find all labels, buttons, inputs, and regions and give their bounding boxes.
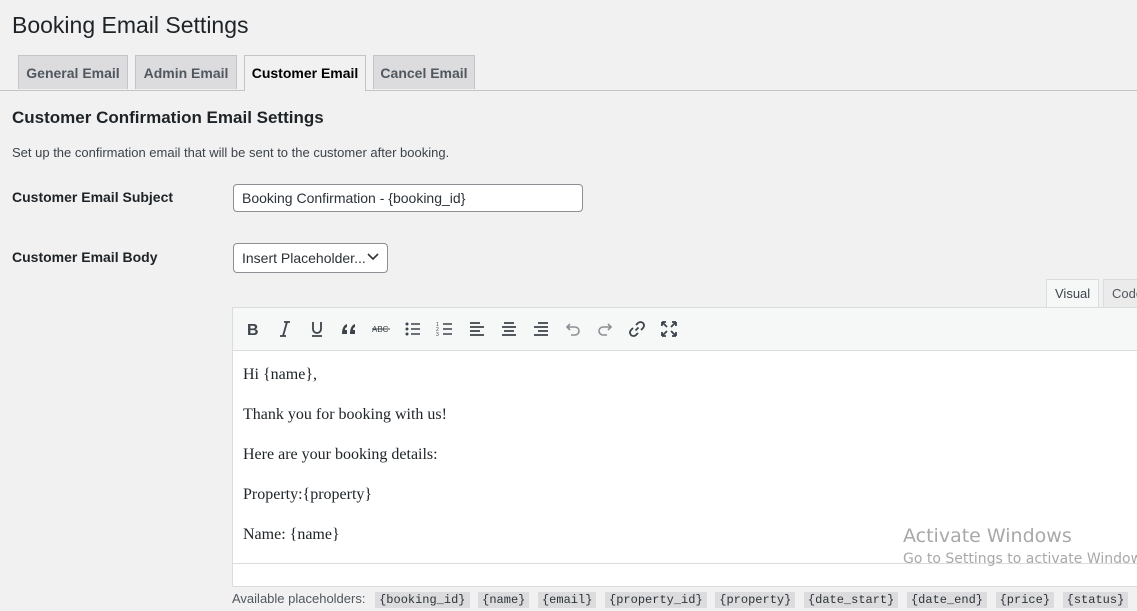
editor-toolbar: B ABC 123 [233,308,1137,351]
subject-input[interactable] [233,184,583,212]
placeholder-chip: {property_id} [605,592,707,608]
numbered-list-icon[interactable]: 123 [434,318,456,340]
body-label: Customer Email Body [12,249,158,265]
placeholders-label: Available placeholders: [232,591,366,606]
body-line: Hi {name}, [243,366,318,383]
svg-text:B: B [247,322,259,339]
placeholder-chip: {booking_id} [375,592,470,608]
tab-code[interactable]: Code [1103,279,1137,308]
placeholder-chip: {price} [995,592,1055,608]
tab-visual[interactable]: Visual [1046,279,1100,308]
body-line: Thank you for booking with us! [243,406,447,423]
placeholder-chip: {name} [478,592,530,608]
undo-icon[interactable] [562,318,584,340]
placeholder-chip: {property} [715,592,796,608]
email-body-editor[interactable]: B ABC 123 Hi {name}, Thank you for booki… [232,307,1137,587]
chevron-down-icon [367,253,379,261]
strikethrough-icon[interactable]: ABC [370,318,392,340]
page-title: Booking Email Settings [12,12,249,38]
align-center-icon[interactable] [498,318,520,340]
subject-label: Customer Email Subject [12,189,174,205]
insert-placeholder-label: Insert Placeholder... [242,250,366,266]
link-icon[interactable] [626,318,648,340]
bullet-list-icon[interactable] [402,318,424,340]
fullscreen-icon[interactable] [658,318,680,340]
placeholder-chip: {date_end} [906,592,987,608]
settings-tabs: General Email Admin Email Customer Email… [0,55,1137,91]
underline-icon[interactable] [306,318,328,340]
tab-admin-email[interactable]: Admin Email [135,55,237,89]
section-title: Customer Confirmation Email Settings [12,108,324,127]
placeholder-chip: {status} [1062,592,1129,608]
redo-icon[interactable] [594,318,616,340]
tab-customer-email[interactable]: Customer Email [244,55,366,91]
editor-statusbar [233,563,1137,586]
tab-cancel-email[interactable]: Cancel Email [373,55,475,89]
blockquote-icon[interactable] [338,318,360,340]
align-right-icon[interactable] [530,318,552,340]
bold-icon[interactable]: B [242,318,264,340]
available-placeholders: Available placeholders: {booking_id} {na… [232,591,1133,611]
italic-icon[interactable] [274,318,296,340]
svg-text:3: 3 [436,332,439,338]
body-line: Name: {name} [243,526,340,543]
body-line: Property:{property} [243,486,373,503]
insert-placeholder-select[interactable]: Insert Placeholder... [233,243,388,273]
section-description: Set up the confirmation email that will … [12,145,450,160]
placeholder-chip: {date_start} [803,592,899,608]
placeholder-chip: {email} [537,592,597,608]
tab-general-email[interactable]: General Email [18,55,128,89]
align-left-icon[interactable] [466,318,488,340]
body-line: Here are your booking details: [243,446,438,463]
editor-content[interactable]: Hi {name}, Thank you for booking with us… [243,366,447,566]
